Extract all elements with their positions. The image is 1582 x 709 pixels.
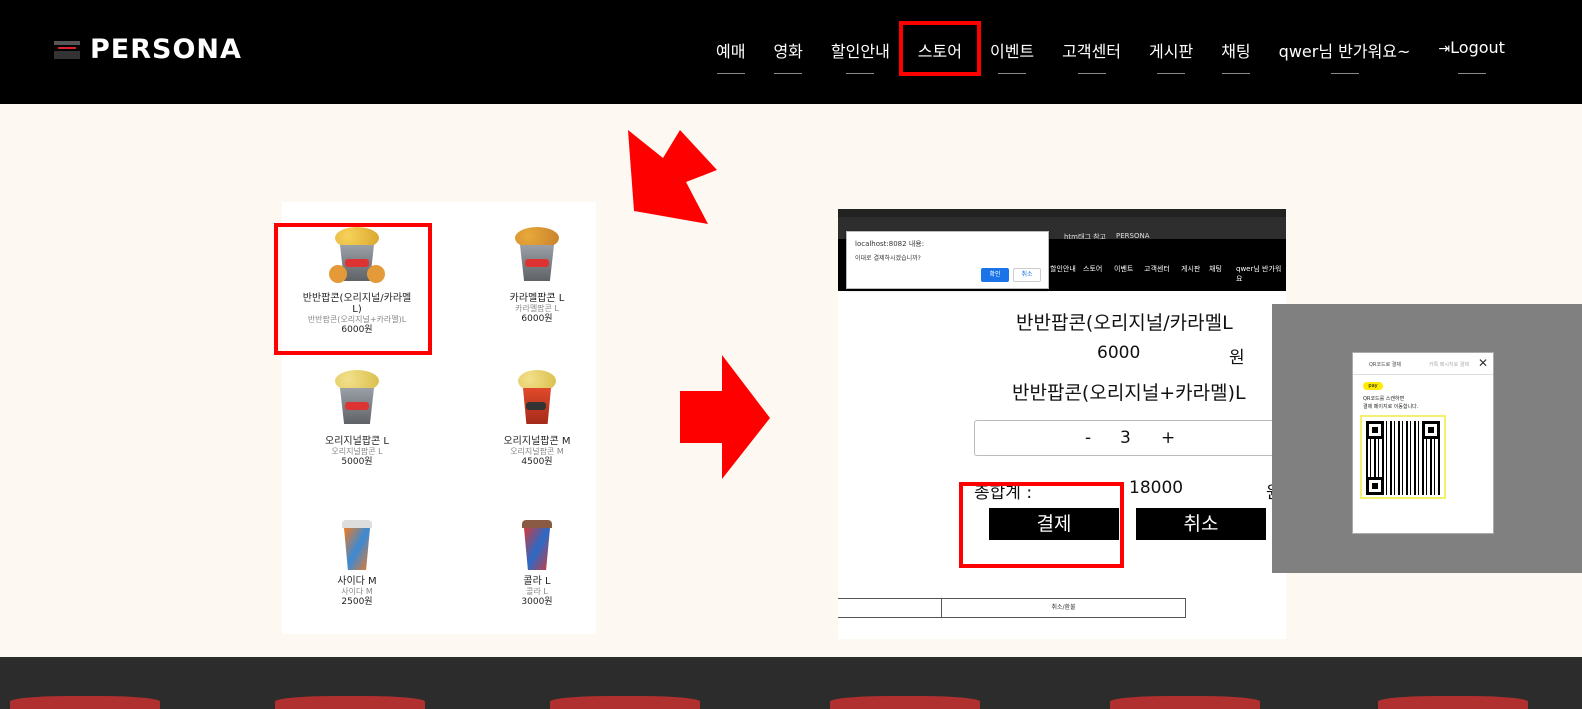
nav-reservation[interactable]: 예매 bbox=[716, 38, 745, 74]
product-description: 반반팝콘(오리지널+카라멜)L bbox=[1012, 382, 1246, 404]
product-price: 4500원 bbox=[521, 457, 553, 467]
quantity-value: 3 bbox=[1120, 428, 1131, 448]
product-desc: 카라멜팝콘 L bbox=[515, 304, 559, 313]
qr-code-icon bbox=[1366, 421, 1440, 495]
pay-button-highlight bbox=[959, 482, 1124, 568]
product-desc: 콜라 L bbox=[526, 587, 548, 596]
selected-product-highlight bbox=[274, 223, 432, 355]
shot-nav-item[interactable]: 채팅 bbox=[1209, 264, 1222, 274]
decrement-button[interactable]: - bbox=[1085, 428, 1091, 448]
footer-slide bbox=[550, 696, 700, 709]
down-left-arrow bbox=[628, 130, 717, 224]
nav-discounts[interactable]: 할인안내 bbox=[831, 38, 890, 74]
original-popcorn-m-image bbox=[507, 370, 567, 430]
nav-user-greeting[interactable]: qwer님 반가워요~ bbox=[1279, 38, 1411, 74]
nav-board[interactable]: 게시판 bbox=[1149, 38, 1193, 74]
footer-slide bbox=[830, 696, 980, 709]
nav-movies[interactable]: 영화 bbox=[773, 38, 802, 74]
browser-toolbar bbox=[838, 209, 1286, 217]
product-title: 반반팝콘(오리지널/카라멜L bbox=[1016, 312, 1233, 334]
quantity-stepper: - 3 + bbox=[974, 420, 1286, 456]
main-nav: 예매 영화 할인안내 스토어 이벤트 고객센터 게시판 채팅 qwer님 반가워… bbox=[716, 38, 1533, 74]
caramel-popcorn-image bbox=[507, 227, 567, 287]
screenshot-footer-table: 취소/환불 bbox=[838, 598, 1186, 618]
dialog-message: 이대로 결제하시겠습니까? bbox=[855, 255, 921, 262]
footer-slide bbox=[1378, 696, 1528, 709]
product-price: 6000 bbox=[1097, 343, 1141, 363]
product-card[interactable]: 오리지널팝콘 M 오리지널팝콘 M 4500원 bbox=[462, 370, 612, 468]
dialog-ok-button[interactable]: 확인 bbox=[981, 268, 1009, 282]
film-icon bbox=[54, 40, 80, 59]
logout-label: Logout bbox=[1450, 38, 1505, 57]
product-desc: 사이다 M bbox=[341, 587, 373, 596]
dialog-title: localhost:8082 내용: bbox=[855, 240, 925, 248]
checkout-screenshot: htm태그 참고 PERSONA 할인안내 스토어 이벤트 고객센터 게시판 채… bbox=[838, 209, 1286, 639]
shot-nav-item[interactable]: 게시판 bbox=[1181, 264, 1200, 274]
footer-slide bbox=[10, 696, 160, 709]
confirm-dialog: localhost:8082 내용: 이대로 결제하시겠습니까? 확인 취소 bbox=[846, 231, 1049, 289]
product-name: 사이다 M bbox=[337, 576, 377, 587]
product-name: 콜라 L bbox=[523, 576, 551, 587]
product-card[interactable]: 콜라 L 콜라 L 3000원 bbox=[462, 520, 612, 608]
increment-button[interactable]: + bbox=[1161, 428, 1175, 448]
product-name: 카라멜팝콘 L bbox=[509, 293, 565, 304]
shot-nav-item[interactable]: 이벤트 bbox=[1114, 264, 1133, 274]
total-amount: 18000 bbox=[1129, 478, 1184, 498]
tab-message-payment[interactable]: 카톡 메시지로 결제 bbox=[1429, 361, 1469, 368]
product-card[interactable]: 카라멜팝콘 L 카라멜팝콘 L 6000원 bbox=[462, 227, 612, 325]
nav-customer-center[interactable]: 고객센터 bbox=[1062, 38, 1121, 74]
qr-instruction-sub: 결제 페이지로 이동합니다. bbox=[1363, 404, 1419, 410]
cancel-button[interactable]: 취소 bbox=[1136, 508, 1266, 540]
product-desc: 오리지널팝콘 M bbox=[510, 447, 564, 456]
cider-cup-image bbox=[327, 520, 387, 570]
page-footer bbox=[0, 657, 1582, 709]
product-price: 6000원 bbox=[521, 314, 553, 324]
shot-nav-item[interactable]: 할인안내 bbox=[1050, 264, 1076, 274]
close-icon[interactable]: ✕ bbox=[1478, 356, 1488, 370]
nav-chat[interactable]: 채팅 bbox=[1221, 38, 1250, 74]
kakaopay-logo: pay bbox=[1363, 382, 1383, 390]
product-card[interactable]: 사이다 M 사이다 M 2500원 bbox=[282, 520, 432, 608]
cola-cup-image bbox=[507, 520, 567, 570]
product-price: 3000원 bbox=[521, 597, 553, 607]
tab-qr-payment[interactable]: QR코드로 결제 bbox=[1369, 361, 1401, 368]
qr-instruction: QR코드를 스캔하면 bbox=[1363, 396, 1405, 402]
nav-events[interactable]: 이벤트 bbox=[990, 38, 1034, 74]
original-popcorn-image bbox=[327, 370, 387, 430]
shot-nav-item[interactable]: 고객센터 bbox=[1144, 264, 1170, 274]
top-navbar: PERSONA 예매 영화 할인안내 스토어 이벤트 고객센터 게시판 채팅 q… bbox=[0, 0, 1582, 104]
currency-label: 원 bbox=[1229, 348, 1245, 368]
kakaopay-qr-popup: QR코드로 결제 카톡 메시지로 결제 ✕ pay QR코드를 스캔하면 결제 … bbox=[1352, 352, 1494, 534]
product-price: 5000원 bbox=[341, 457, 373, 467]
logo[interactable]: PERSONA bbox=[54, 34, 242, 65]
logout-icon: ⇥ bbox=[1438, 41, 1451, 57]
footer-cell bbox=[838, 599, 942, 617]
product-price: 2500원 bbox=[341, 597, 373, 607]
refund-link[interactable]: 취소/환불 bbox=[942, 599, 1186, 617]
product-desc: 오리지널팝콘 L bbox=[331, 447, 383, 456]
qr-tabs: QR코드로 결제 카톡 메시지로 결제 bbox=[1353, 353, 1493, 375]
nav-logout[interactable]: ⇥Logout bbox=[1438, 38, 1505, 74]
footer-slide bbox=[1110, 696, 1260, 709]
product-name: 오리지널팝콘 M bbox=[503, 436, 571, 447]
dialog-cancel-button[interactable]: 취소 bbox=[1013, 268, 1041, 282]
store-highlight-box bbox=[899, 21, 981, 76]
shot-nav-item[interactable]: qwer님 반가워요 bbox=[1236, 264, 1286, 284]
footer-slide bbox=[275, 696, 425, 709]
product-name: 오리지널팝콘 L bbox=[325, 436, 389, 447]
qr-code-frame bbox=[1360, 415, 1446, 499]
logo-text: PERSONA bbox=[90, 34, 242, 65]
product-card[interactable]: 오리지널팝콘 L 오리지널팝콘 L 5000원 bbox=[282, 370, 432, 468]
right-arrow bbox=[680, 355, 770, 479]
shot-nav-item[interactable]: 스토어 bbox=[1083, 264, 1102, 274]
